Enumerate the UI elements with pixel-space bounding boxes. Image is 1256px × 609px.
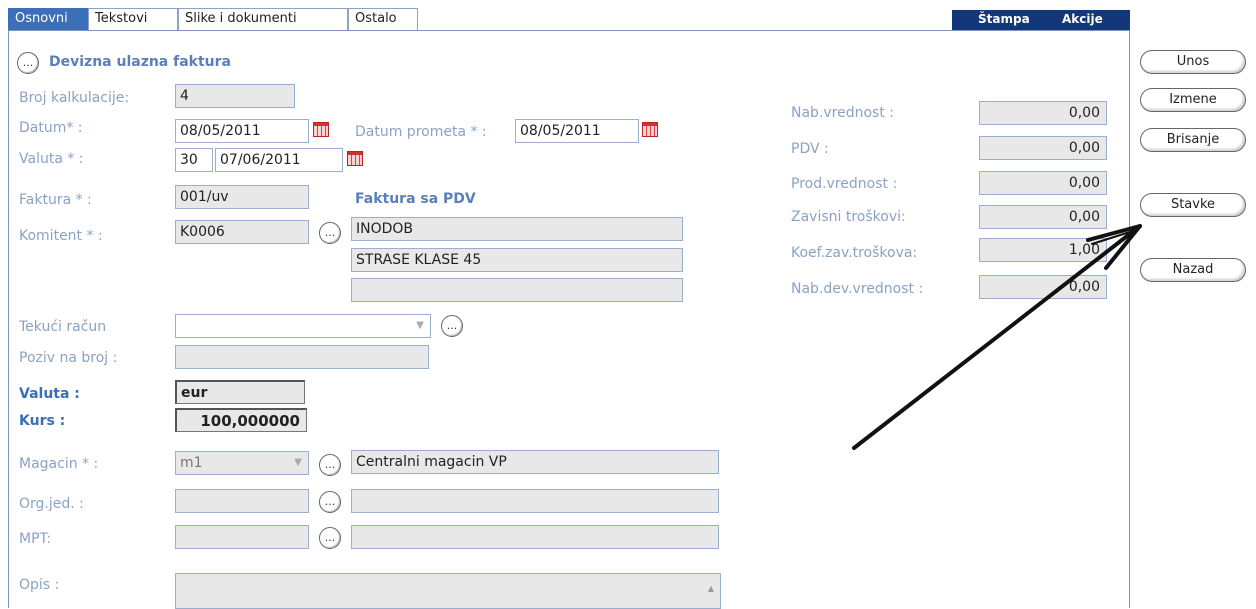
tekuci-racun-select[interactable]: ▼ bbox=[175, 314, 431, 338]
total-label-nab-vrednost: Nab.vrednost : bbox=[791, 105, 895, 121]
broj-kalkulacije-field[interactable]: 4 bbox=[175, 84, 295, 108]
opis-textarea[interactable]: ▲ bbox=[175, 573, 721, 609]
tekuci-racun-ellipsis-icon[interactable]: ... bbox=[441, 315, 463, 337]
arrow-annotation-icon bbox=[852, 224, 1142, 450]
org-jed-ellipsis-icon[interactable]: ... bbox=[319, 491, 341, 513]
mpt-name-field[interactable] bbox=[351, 525, 719, 549]
form-title: Devizna ulazna faktura bbox=[49, 54, 231, 70]
stavke-button[interactable]: Stavke bbox=[1140, 193, 1246, 217]
valuta-code-label: Valuta : bbox=[19, 386, 80, 402]
mpt-code-field[interactable] bbox=[175, 525, 309, 549]
datum-label: Datum* : bbox=[19, 120, 83, 136]
total-value-nab-vrednost: 0,00 bbox=[979, 101, 1107, 125]
faktura-field[interactable]: 001/uv bbox=[175, 185, 309, 209]
kurs-field[interactable]: 100,000000 bbox=[175, 408, 307, 432]
total-value-pdv: 0,00 bbox=[979, 136, 1107, 160]
unos-button[interactable]: Unos bbox=[1140, 50, 1246, 74]
mpt-ellipsis-icon[interactable]: ... bbox=[319, 527, 341, 549]
magacin-select[interactable]: m1 ▼ bbox=[175, 451, 309, 475]
org-jed-name-field[interactable] bbox=[351, 489, 719, 513]
tab-slike-i-dokumenti[interactable]: Slike i dokumenti bbox=[178, 8, 348, 30]
opis-label: Opis : bbox=[19, 577, 60, 593]
valuta-code-field[interactable]: eur bbox=[175, 380, 305, 404]
datum-calendar-icon[interactable] bbox=[313, 122, 329, 137]
total-label-prod-vrednost: Prod.vrednost : bbox=[791, 176, 898, 192]
tab-bar: Osnovni Tekstovi Slike i dokumenti Ostal… bbox=[8, 8, 1130, 30]
poziv-na-broj-label: Poziv na broj : bbox=[19, 350, 118, 366]
total-label-pdv: PDV : bbox=[791, 141, 829, 157]
datum-prometa-label: Datum prometa * : bbox=[355, 124, 487, 140]
valuta-calendar-icon[interactable] bbox=[347, 151, 363, 166]
komitent-extra-field[interactable] bbox=[351, 278, 683, 302]
brisanje-button[interactable]: Brisanje bbox=[1140, 128, 1246, 152]
chevron-down-icon: ▼ bbox=[416, 320, 424, 331]
total-value-prod-vrednost: 0,00 bbox=[979, 171, 1107, 195]
magacin-name-field[interactable]: Centralni magacin VP bbox=[351, 450, 719, 474]
datum-prometa-calendar-icon[interactable] bbox=[642, 122, 658, 137]
scroll-up-icon[interactable]: ▲ bbox=[708, 580, 714, 598]
faktura-label: Faktura * : bbox=[19, 192, 92, 208]
magacin-label: Magacin * : bbox=[19, 456, 99, 472]
actions-menu[interactable]: Akcije bbox=[1062, 12, 1103, 26]
valuta-days-field[interactable]: 30 bbox=[175, 148, 213, 172]
org-jed-code-field[interactable] bbox=[175, 489, 309, 513]
poziv-na-broj-field[interactable] bbox=[175, 345, 429, 369]
tekuci-racun-label: Tekući račun bbox=[19, 319, 107, 335]
nazad-button[interactable]: Nazad bbox=[1140, 258, 1246, 282]
valuta-label: Valuta * : bbox=[19, 151, 84, 167]
mpt-label: MPT: bbox=[19, 531, 52, 547]
print-menu[interactable]: Štampa bbox=[978, 12, 1030, 26]
valuta-date-field[interactable]: 07/06/2011 bbox=[215, 148, 343, 172]
faktura-note: Faktura sa PDV bbox=[355, 191, 476, 207]
komitent-label: Komitent * : bbox=[19, 228, 103, 244]
title-ellipsis-icon[interactable]: ... bbox=[17, 52, 39, 74]
kurs-label: Kurs : bbox=[19, 413, 66, 429]
magacin-code: m1 bbox=[180, 455, 203, 471]
komitent-name-field[interactable]: INODOB bbox=[351, 217, 683, 241]
tab-osnovni[interactable]: Osnovni bbox=[8, 8, 88, 30]
datum-field[interactable]: 08/05/2011 bbox=[175, 119, 309, 143]
actions-bar: Štampa Akcije bbox=[952, 10, 1130, 30]
broj-kalkulacije-label: Broj kalkulacije: bbox=[19, 90, 130, 106]
magacin-ellipsis-icon[interactable]: ... bbox=[319, 454, 341, 476]
org-jed-label: Org.jed. : bbox=[19, 496, 84, 512]
komitent-code-field[interactable]: K0006 bbox=[175, 220, 309, 244]
chevron-down-icon: ▼ bbox=[294, 457, 302, 468]
izmene-button[interactable]: Izmene bbox=[1140, 88, 1246, 112]
komitent-ellipsis-icon[interactable]: ... bbox=[319, 222, 341, 244]
datum-prometa-field[interactable]: 08/05/2011 bbox=[515, 119, 639, 143]
tab-ostalo[interactable]: Ostalo bbox=[348, 8, 418, 30]
komitent-address-field[interactable]: STRASE KLASE 45 bbox=[351, 248, 683, 272]
tab-tekstovi[interactable]: Tekstovi bbox=[88, 8, 178, 30]
